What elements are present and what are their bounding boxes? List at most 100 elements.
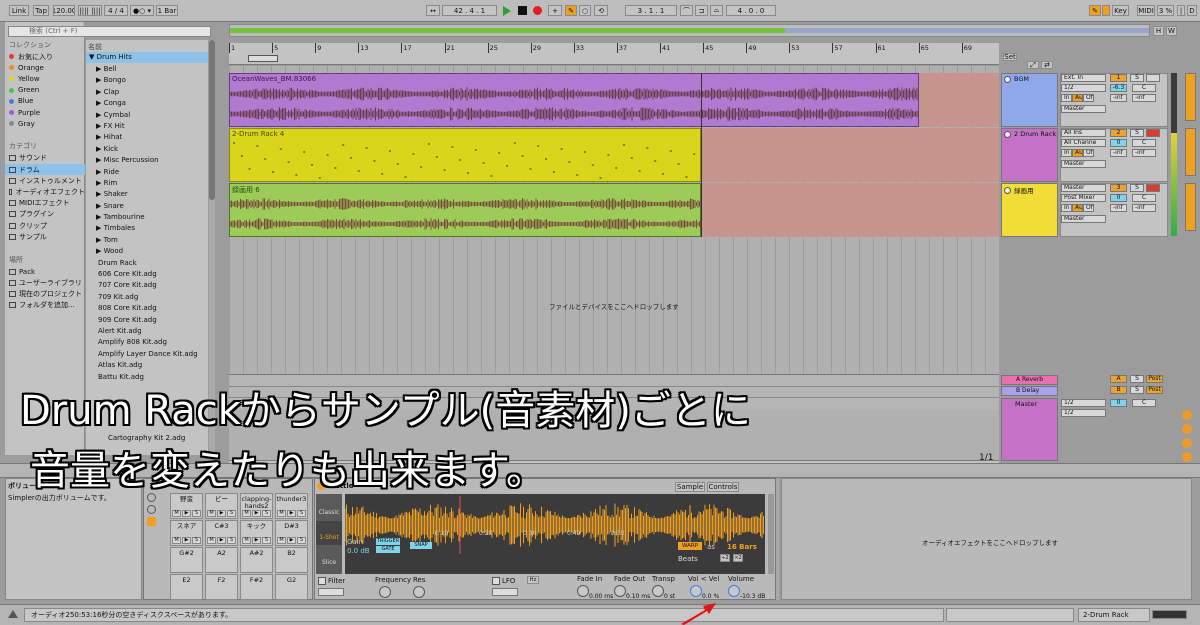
monitor-off-button[interactable]: Off <box>1083 204 1094 212</box>
browser-item[interactable]: ▶ Tambourine <box>96 212 208 223</box>
record-icon[interactable] <box>533 6 542 15</box>
sample-display[interactable]: 0:10 0:20 0:30 0:40 0:50 Gain 0.0 dB TRIGGER… <box>345 494 765 574</box>
drum-rack-midi-clip[interactable]: 2-Drum Rack 4 <box>229 128 701 182</box>
nudge-buttons[interactable]: |||| |||| <box>78 5 102 16</box>
audio-effect-drop-zone[interactable]: オーディオエフェクトをここへドロップします <box>781 478 1192 600</box>
midi-map-button[interactable]: MIDI <box>1137 5 1155 16</box>
solo-button[interactable]: S <box>1130 184 1144 192</box>
recording-audio-clip[interactable]: 録画用 6 <box>229 183 702 237</box>
drum-pad[interactable]: G2 <box>275 574 308 600</box>
fade-out-knob[interactable] <box>614 585 626 597</box>
drum-pad[interactable]: thunder3 M ▶ S <box>275 493 308 519</box>
pad-play-button[interactable]: ▶ <box>287 510 296 517</box>
pad-m-button[interactable]: M <box>277 510 286 517</box>
input-channel-select[interactable]: All Channe <box>1061 139 1106 147</box>
fade-in-knob[interactable] <box>577 585 589 597</box>
browser-item[interactable]: Amplify 808 Kit.adg <box>96 337 208 348</box>
browser-item[interactable]: ▶ Rim <box>96 178 208 189</box>
monitor-off-button[interactable]: Off <box>1083 94 1094 102</box>
pan-field[interactable]: C <box>1132 194 1156 202</box>
loop-switch-button[interactable]: ⊐ <box>695 5 708 16</box>
browser-item[interactable]: Amplify Layer Dance Kit.adg <box>96 349 208 360</box>
volume-field[interactable]: -6.3 <box>1110 84 1127 92</box>
device-scrollbar[interactable] <box>768 494 774 574</box>
gain-value[interactable]: 0.0 dB <box>347 547 370 555</box>
arrangement-ruler[interactable]: 1 5 9 13 17 21 25 29 33 37 41 45 49 53 57 61 65 69 <box>229 43 999 65</box>
transp-knob[interactable] <box>652 585 664 597</box>
track-fold-icon[interactable] <box>1004 75 1011 83</box>
volume-field[interactable]: 0 <box>1110 139 1127 147</box>
locator-prev-icon[interactable]: ⤢ <box>1027 61 1039 69</box>
halve-button[interactable]: ÷2 <box>720 554 730 562</box>
output-select[interactable]: Master <box>1061 215 1106 223</box>
drum-pad[interactable]: B2 <box>275 547 308 573</box>
arm-button[interactable] <box>1185 73 1196 121</box>
pad-s-button[interactable]: S <box>227 510 236 517</box>
pad-m-button[interactable]: M <box>172 510 181 517</box>
category-item[interactable]: サウンド <box>5 153 85 164</box>
arm-button[interactable] <box>1146 184 1160 192</box>
drum-pad[interactable]: ビー M ▶ S <box>205 493 238 519</box>
mode-one-shot[interactable]: 1-Shot <box>316 521 342 545</box>
loop-brace[interactable] <box>248 55 278 62</box>
browser-item[interactable]: 707 Core Kit.adg <box>96 280 208 291</box>
arrangement-overview[interactable] <box>229 24 1150 37</box>
browser-item[interactable]: ▶ FX Hit <box>96 121 208 132</box>
track-activator-button[interactable]: 3 <box>1110 184 1127 192</box>
browser-item[interactable]: ▶ Hihat <box>96 132 208 143</box>
pad-s-button[interactable]: S <box>227 537 236 544</box>
tap-button[interactable]: Tap <box>33 5 49 16</box>
drum-pad[interactable]: E2 <box>170 574 203 600</box>
mode-classic[interactable]: Classic <box>316 496 342 520</box>
arm-button[interactable] <box>1185 128 1196 176</box>
browser-item[interactable]: ▶ Ride <box>96 167 208 178</box>
pan-field[interactable]: C <box>1132 139 1156 147</box>
automation-arm-button[interactable]: ✎ <box>565 5 577 16</box>
pad-s-button[interactable]: S <box>297 537 306 544</box>
solo-button[interactable]: S <box>1130 74 1144 82</box>
drum-pad[interactable]: F2 <box>205 574 238 600</box>
monitor-off-button[interactable]: Off <box>1083 149 1094 157</box>
key-map-button[interactable]: Key <box>1112 5 1129 16</box>
category-item[interactable]: オーディオエフェクト <box>5 187 85 198</box>
pan-field[interactable]: C <box>1132 84 1156 92</box>
volume-knob[interactable] <box>728 585 740 597</box>
input-channel-select[interactable]: Post Mixer <box>1061 194 1106 202</box>
category-item[interactable]: MIDIエフェクト <box>5 198 85 209</box>
pad-s-button[interactable]: S <box>192 537 201 544</box>
search-input[interactable]: 検索 (Ctrl + F) <box>8 26 211 37</box>
collection-item[interactable]: お気に入り <box>9 51 53 62</box>
lfo-toggle[interactable] <box>492 577 500 585</box>
snap-button[interactable]: SNAP <box>410 542 432 549</box>
pad-play-button[interactable]: ▶ <box>252 537 261 544</box>
play-icon[interactable] <box>503 6 511 16</box>
category-item[interactable]: インストゥルメント <box>5 175 85 186</box>
place-item[interactable]: ユーザーライブラリ <box>9 277 82 288</box>
loop-length-field[interactable]: 4 . 0 . 0 <box>726 5 776 16</box>
input-channel-select[interactable]: 1/2 <box>1061 84 1106 92</box>
drum-pad[interactable]: F#2 <box>240 574 273 600</box>
drum-pad[interactable]: A2 <box>205 547 238 573</box>
drum-pad[interactable]: D#3 M ▶ S <box>275 520 308 546</box>
category-item[interactable]: サンプル <box>5 231 85 242</box>
song-position-field[interactable]: 42 . 4 . 1 <box>442 5 497 16</box>
browser-item[interactable]: 709 Kit.adg <box>96 292 208 303</box>
drum-pad[interactable]: A#2 <box>240 547 273 573</box>
browser-item[interactable]: Alert Kit.adg <box>96 326 208 337</box>
drum-pad[interactable]: clapping-hands2 M ▶ S <box>240 493 273 519</box>
filter-toggle[interactable] <box>318 577 326 585</box>
place-item[interactable]: Pack <box>9 266 35 277</box>
pad-s-button[interactable]: S <box>192 510 201 517</box>
browser-item[interactable]: 606 Core Kit.adg <box>96 269 208 280</box>
browser-item[interactable]: ▶ Clap <box>96 87 208 98</box>
monitor-auto-button[interactable]: Auto <box>1072 149 1083 157</box>
follow-button[interactable]: ↔ <box>426 5 440 16</box>
locator-next-icon[interactable]: ⇄ <box>1041 61 1053 69</box>
drum-pad[interactable]: C#3 M ▶ S <box>205 520 238 546</box>
solo-button[interactable]: S <box>1130 129 1144 137</box>
monitor-auto-button[interactable]: Auto <box>1072 94 1083 102</box>
pad-m-button[interactable]: M <box>242 537 251 544</box>
pad-m-button[interactable]: M <box>207 537 216 544</box>
place-item[interactable]: 現在のプロジェクト <box>9 288 82 299</box>
pad-m-button[interactable]: M <box>277 537 286 544</box>
